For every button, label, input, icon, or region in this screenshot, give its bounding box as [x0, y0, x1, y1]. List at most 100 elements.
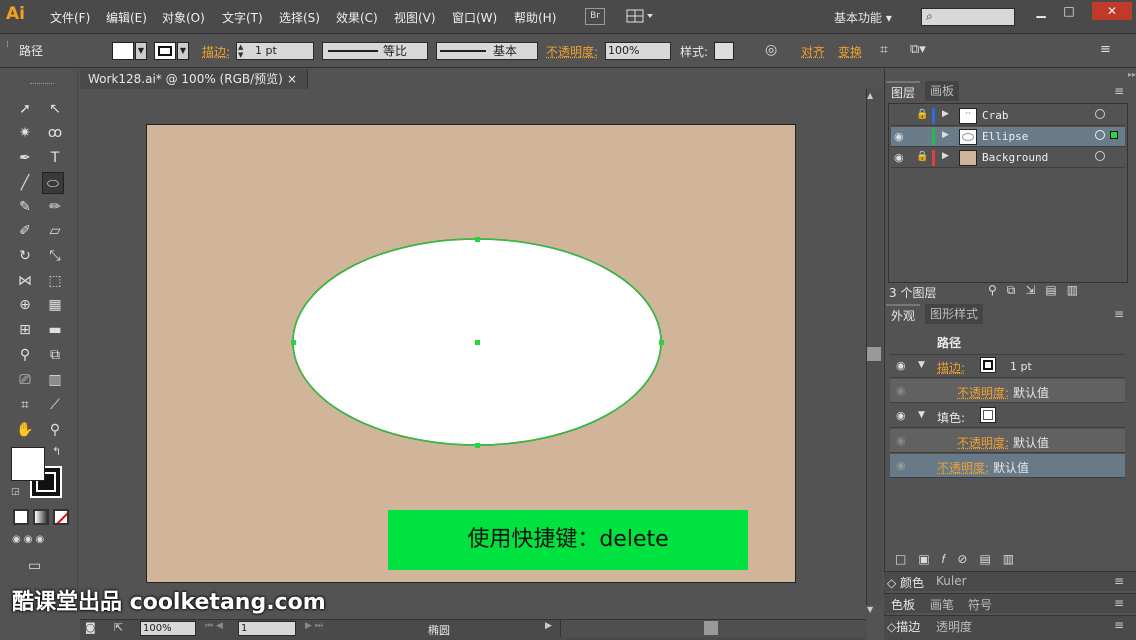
pencil-icon[interactable]: ✏ [44, 196, 66, 218]
align-link[interactable]: 对齐 [801, 43, 825, 60]
recolor-icon[interactable]: ◎ [765, 42, 783, 60]
graph-tool-icon[interactable]: ▥ [44, 369, 66, 391]
target-icon[interactable] [1095, 130, 1105, 140]
direct-selection-icon[interactable]: ↖ [44, 98, 66, 120]
workspace-switcher[interactable]: 基本功能 ▾ [834, 9, 892, 26]
gradient-tool-icon[interactable]: ▬ [44, 319, 66, 341]
expand-triangle-icon[interactable]: ▶ [942, 151, 949, 161]
perspective-grid-icon[interactable]: ▦ [44, 294, 66, 316]
slice-tool-icon[interactable]: ⟋ [44, 394, 66, 416]
menu-edit[interactable]: 编辑(E) [106, 9, 147, 26]
collapse-dock-icon[interactable]: ▸▸ [886, 70, 1136, 80]
target-icon[interactable] [1095, 109, 1105, 119]
lock-icon[interactable]: 🔒 [916, 151, 928, 162]
panel-menu-icon[interactable]: ≡ [1114, 596, 1124, 610]
layers-panel-menu-icon[interactable]: ≡ [1114, 84, 1124, 98]
bridge-button[interactable]: Br [585, 8, 605, 25]
shape-builder-icon[interactable]: ⊕ [14, 294, 36, 316]
menu-object[interactable]: 对象(O) [162, 9, 205, 26]
stroke-swatch[interactable] [980, 357, 996, 373]
arrange-icon[interactable]: ⧉▾ [910, 42, 926, 57]
anchor-point-bottom[interactable] [475, 443, 480, 448]
blob-brush-icon[interactable]: ✐ [14, 220, 36, 242]
collapse-triangle-icon[interactable]: ▼ [918, 410, 925, 420]
fill-dropdown-icon[interactable]: ▼ [135, 42, 147, 60]
magic-wand-icon[interactable]: ✷ [14, 122, 36, 144]
layer-name[interactable]: Background [982, 151, 1048, 164]
blend-tool-icon[interactable]: ⧉ [44, 344, 66, 366]
stroke-dropdown-icon[interactable]: ▼ [177, 42, 189, 60]
menu-window[interactable]: 窗口(W) [452, 9, 497, 26]
anchor-point-left[interactable] [291, 340, 296, 345]
free-transform-icon[interactable]: ⬚ [44, 270, 66, 292]
first-artboard-icon[interactable]: ⏮ ◀ [205, 621, 223, 631]
tab-layers[interactable]: 图层 [886, 81, 921, 101]
zoom-field[interactable]: 100% [140, 621, 196, 636]
visibility-eye-icon[interactable]: ◉ [894, 151, 904, 164]
hand-tool-icon[interactable]: ✋ [14, 419, 36, 441]
next-artboard-icon[interactable]: ▶ ⏭ [305, 621, 323, 631]
zoom-tool-icon[interactable]: ⚲ [44, 419, 66, 441]
visibility-eye-icon[interactable]: ◉ [896, 384, 906, 397]
panel-menu-icon[interactable]: ≡ [1114, 574, 1124, 588]
symbol-sprayer-icon[interactable]: ⎚ [14, 369, 36, 391]
anchor-point-top[interactable] [475, 237, 480, 242]
mesh-tool-icon[interactable]: ⊞ [14, 319, 36, 341]
anchor-point-right[interactable] [659, 340, 664, 345]
stroke-label[interactable]: 描边: [202, 43, 230, 60]
expand-triangle-icon[interactable]: ▶ [942, 109, 949, 119]
menu-select[interactable]: 选择(S) [279, 9, 320, 26]
eraser-icon[interactable]: ▱ [44, 220, 66, 242]
drawing-modes-icon[interactable]: ◉◉◉ [12, 534, 68, 548]
minimize-button[interactable]: ▁ [1026, 2, 1056, 20]
arrange-documents-button[interactable] [626, 8, 654, 25]
tab-swatches[interactable]: 色板 [891, 596, 915, 613]
appearance-stroke-row[interactable] [890, 354, 1125, 378]
tab-appearance[interactable]: 外观 [886, 304, 921, 324]
type-tool-icon[interactable]: T [44, 147, 66, 169]
artboard-tool-icon[interactable]: ⌗ [14, 394, 36, 416]
tab-stroke[interactable]: ◇描边 [887, 618, 920, 635]
width-tool-icon[interactable]: ⋈ [14, 270, 36, 292]
collapse-triangle-icon[interactable]: ▼ [918, 360, 925, 370]
appearance-stroke-label[interactable]: 描边: [937, 359, 965, 376]
appearance-footer-icons[interactable]: □▣𝑓⊘▤▥ [895, 552, 1026, 567]
layer-name[interactable]: Ellipse [982, 130, 1028, 143]
scale-icon[interactable]: ⤡ [44, 245, 66, 267]
document-tab[interactable]: Work128.ai* @ 100% (RGB/预览) × [80, 69, 308, 89]
isolate-icon[interactable]: ⌗ [880, 42, 888, 58]
menu-type[interactable]: 文字(T) [222, 9, 263, 26]
close-button[interactable]: ✕ [1092, 2, 1132, 20]
swap-colors-icon[interactable]: ↰ [52, 445, 61, 458]
panel-menu-icon[interactable]: ≡ [1100, 42, 1111, 57]
default-colors-icon[interactable]: ◲ [11, 487, 20, 497]
close-tab-icon[interactable]: × [287, 69, 297, 89]
tab-symbols[interactable]: 符号 [968, 596, 992, 613]
appearance-fill-row[interactable] [890, 404, 1125, 428]
panel-menu-icon[interactable]: ≡ [1114, 618, 1124, 632]
appearance-stroke-value[interactable]: 1 pt [1010, 360, 1032, 373]
help-search-input[interactable]: ⌕ [921, 8, 1015, 26]
layers-footer-icons[interactable]: ⚲⧉⇲▤▥ [988, 283, 1088, 298]
target-icon[interactable] [1095, 151, 1105, 161]
tab-color[interactable]: ◇ 颜色 [887, 574, 924, 591]
tab-graphic-styles[interactable]: 图形样式 [925, 304, 984, 324]
fill-swatch[interactable] [980, 407, 996, 423]
opacity-label[interactable]: 不透明度: [546, 43, 598, 60]
stepper-icon[interactable]: ▲ ▼ [238, 43, 243, 59]
tab-kuler[interactable]: Kuler [936, 574, 967, 588]
none-mode-icon[interactable] [53, 509, 69, 525]
stroke-swatch[interactable] [154, 42, 176, 60]
pen-tool-icon[interactable]: ✒ [14, 147, 36, 169]
fill-opacity-label[interactable]: 不透明度: [957, 434, 1009, 451]
status-icon[interactable]: ◙ [85, 621, 105, 635]
layer-name[interactable]: Crab [982, 109, 1009, 122]
scroll-up-icon[interactable]: ▲ [867, 91, 873, 100]
visibility-eye-icon[interactable]: ◉ [896, 459, 906, 472]
color-mode-icon[interactable] [13, 509, 29, 525]
graphic-style-swatch[interactable] [714, 42, 734, 60]
status-menu-icon[interactable]: ▶ [545, 621, 552, 631]
screen-mode-icon[interactable]: ▭ [28, 558, 41, 574]
transform-link[interactable]: 变换 [838, 43, 862, 60]
fill-color-box[interactable] [11, 447, 45, 481]
